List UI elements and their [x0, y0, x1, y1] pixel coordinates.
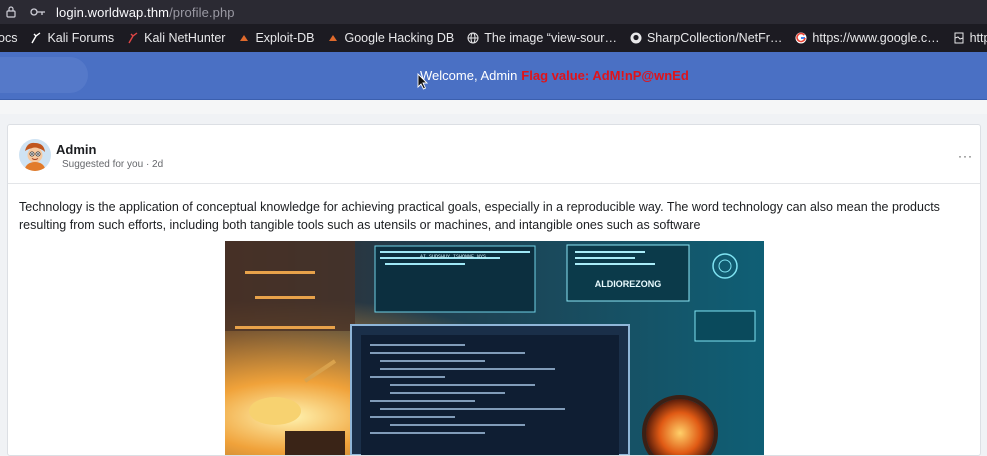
post-meta: Suggested for you · 2d — [62, 159, 164, 170]
bookmark-exploit-db[interactable]: Exploit-DB — [237, 31, 314, 45]
header-nav-pill[interactable] — [0, 57, 88, 93]
site-header: Welcome, Admin Flag value: AdM!nP@wnEd — [0, 52, 987, 100]
post-author[interactable]: Admin — [56, 142, 96, 157]
github-icon — [629, 31, 643, 45]
lock-icon[interactable] — [6, 6, 20, 18]
bookmark-label: Google Hacking DB — [344, 31, 455, 45]
bookmark-label: Kali NetHunter — [144, 31, 226, 45]
bookmark-docs[interactable]: ocs — [0, 31, 17, 45]
kali-dragon-icon — [29, 31, 43, 45]
welcome-message: Welcome, Admin Flag value: AdM!nP@wnEd — [420, 68, 689, 83]
flag-value: Flag value: AdM!nP@wnEd — [521, 68, 689, 83]
bookmark-view-source-image[interactable]: The image “view-sour… — [466, 31, 617, 45]
bookmark-kali-forums[interactable]: Kali Forums — [29, 31, 114, 45]
bookmark-label: The image “view-sour… — [484, 31, 617, 45]
kali-dragon-icon — [126, 31, 140, 45]
key-icon[interactable] — [30, 7, 48, 17]
url-path: /profile.php — [169, 4, 235, 20]
exploit-db-icon — [237, 31, 251, 45]
bookmark-google-hacking-db[interactable]: Google Hacking DB — [326, 31, 454, 45]
header-shadow-strip — [0, 100, 987, 114]
url-bar[interactable]: login.worldwap.thm/profile.php — [0, 0, 987, 24]
bookmark-local-ip[interactable]: http://10.100.254.254:… — [952, 31, 987, 45]
bookmark-sharpcollection[interactable]: SharpCollection/NetFr… — [629, 31, 782, 45]
image-caption-2: AI SUDSHUY ISHONNE NYS — [420, 254, 486, 260]
bookmark-label: https://www.google.c… — [812, 31, 940, 45]
exploit-db-icon — [326, 31, 340, 45]
broken-page-icon — [952, 31, 966, 45]
divider — [8, 183, 980, 184]
welcome-text: Welcome, Admin — [420, 68, 518, 83]
more-options-icon[interactable]: ··· — [958, 149, 973, 163]
post-image[interactable]: AI SUDSHUY ISHONNE NYS ALDIOREZONG — [225, 241, 764, 455]
mouse-cursor-icon — [417, 73, 428, 90]
bookmark-google[interactable]: https://www.google.c… — [794, 31, 940, 45]
bookmark-label: ocs — [0, 31, 18, 45]
bookmark-label: http://10.100.254.254:… — [969, 31, 987, 45]
url-text[interactable]: login.worldwap.thm/profile.php — [56, 5, 235, 20]
url-host: login.worldwap.thm — [56, 4, 170, 20]
bookmark-label: Exploit-DB — [255, 31, 315, 45]
bookmark-label: SharpCollection/NetFr… — [646, 31, 783, 45]
post-card: Admin Suggested for you · 2d ··· Technol… — [7, 124, 981, 456]
post-text: Technology is the application of concept… — [19, 200, 940, 232]
avatar[interactable] — [19, 139, 51, 171]
google-icon — [794, 31, 808, 45]
bookmark-label: Kali Forums — [47, 31, 115, 45]
globe-icon — [466, 31, 480, 45]
bookmarks-bar: ocs Kali Forums Kali NetHunter Exploit-D… — [0, 24, 987, 52]
bookmark-kali-nethunter[interactable]: Kali NetHunter — [126, 31, 225, 45]
image-caption-1: ALDIOREZONG — [595, 279, 662, 289]
